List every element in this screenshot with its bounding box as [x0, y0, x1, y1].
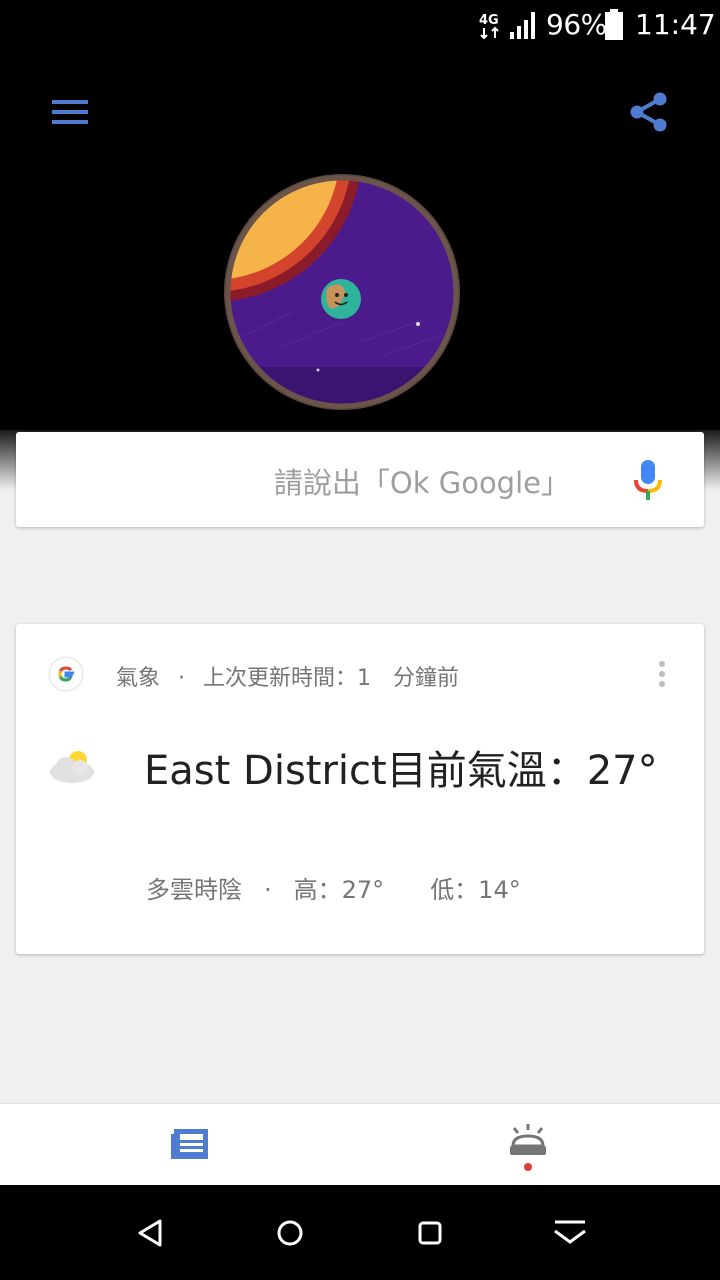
temperature-headline: East District目前氣溫：27° — [144, 748, 658, 794]
status-bar: 4G 96% 11:47 — [0, 0, 720, 50]
separator: · — [264, 876, 272, 904]
system-nav-bar — [0, 1185, 720, 1280]
header — [0, 50, 720, 435]
recents-icon[interactable] — [410, 1213, 450, 1253]
mic-icon[interactable] — [628, 456, 668, 506]
search-bar[interactable]: 請說出「Ok Google」 — [16, 432, 704, 527]
weather-card[interactable]: 氣象 · 上次更新時間：1 分鐘前 East District目前氣溫：27° 多雲… — [16, 624, 704, 954]
home-icon[interactable] — [270, 1213, 310, 1253]
svg-text:4G: 4G — [479, 13, 499, 28]
weather-conditions: 多雲時陰 · 高：27° 低：14° — [146, 870, 521, 905]
4g-icon: 4G — [479, 13, 499, 40]
separator: · — [178, 666, 186, 691]
google-g-icon — [48, 656, 84, 692]
google-doodle[interactable] — [222, 172, 462, 412]
search-placeholder[interactable]: 請說出「Ok Google」 — [274, 460, 570, 502]
more-vert-icon[interactable] — [652, 658, 672, 692]
low-temp: 低：14° — [430, 876, 521, 904]
high-temp: 高：27° — [293, 876, 385, 904]
condition-text: 多雲時陰 — [146, 876, 242, 904]
signal-icon — [510, 12, 535, 39]
hide-nav-icon[interactable] — [550, 1213, 590, 1253]
bottom-tab-bar — [0, 1103, 720, 1186]
battery-percent: 96% — [546, 8, 607, 41]
share-icon[interactable] — [626, 90, 670, 134]
menu-icon[interactable] — [50, 96, 94, 130]
card-category: 氣象 — [116, 666, 161, 691]
clock: 11:47 — [635, 8, 716, 41]
updates-icon[interactable] — [505, 1122, 551, 1172]
back-icon[interactable] — [130, 1213, 170, 1253]
battery-icon — [605, 9, 623, 40]
feed-icon[interactable] — [170, 1126, 210, 1162]
last-updated: 上次更新時間：1 分鐘前 — [203, 666, 460, 691]
card-header: 氣象 · 上次更新時間：1 分鐘前 — [116, 660, 459, 692]
partly-cloudy-icon — [50, 751, 94, 783]
